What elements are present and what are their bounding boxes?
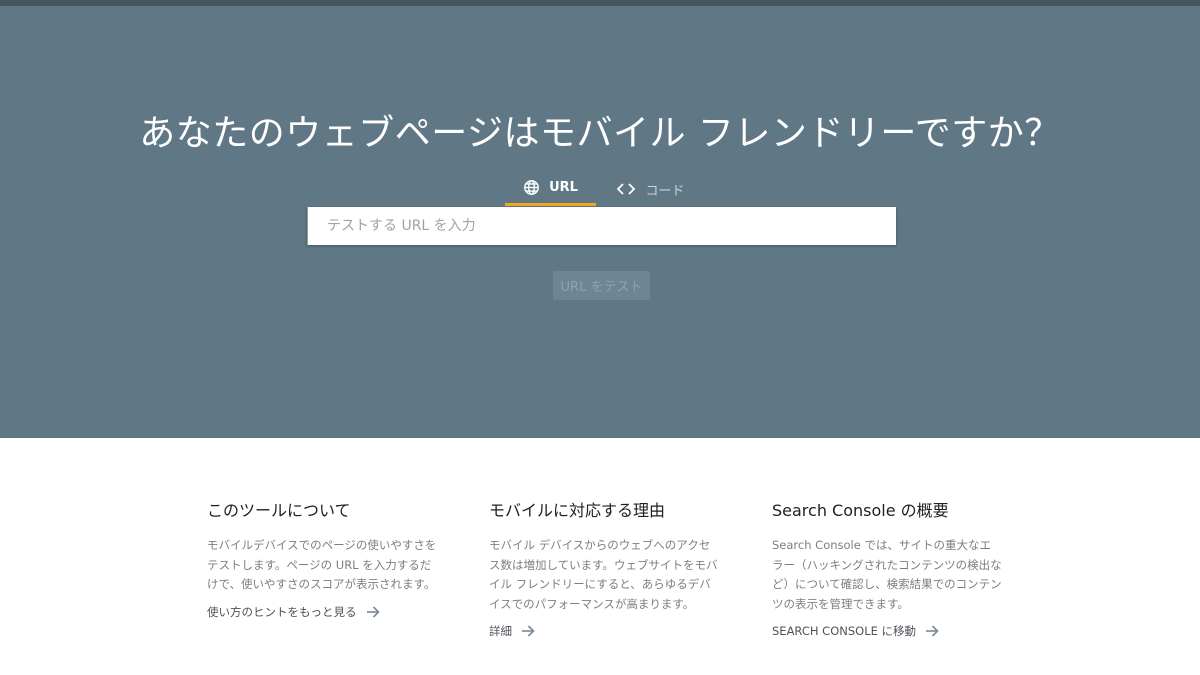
link-label: 使い方のヒントをもっと見る [207,604,357,619]
arrow-right-icon [925,625,939,637]
info-section-search-console: Search Console の概要 Search Console では、サイト… [772,497,1002,639]
section-title: Search Console の概要 [772,501,949,520]
input-mode-tabs: URL コード [505,172,706,206]
link-label: SEARCH CONSOLE に移動 [772,624,917,638]
url-input[interactable] [307,207,896,245]
section-body: モバイル デバイスからのウェブへのアクセス数は増加しています。ウェブサイトをモバ… [489,538,718,611]
test-url-button[interactable]: URL をテスト [553,271,650,300]
section-body: モバイルデバイスでのページの使いやすさをテストします。ページの URL を入力す… [207,538,437,591]
section-title: モバイルに対応する理由 [489,501,666,520]
code-icon [617,183,636,195]
tab-code[interactable]: コード [596,172,706,206]
arrow-right-icon [521,625,535,637]
section-body: Search Console では、サイトの重大なエラー（ハッキングされたコンテ… [772,538,1002,611]
more-tips-link[interactable]: 使い方のヒントをもっと見る [207,604,437,620]
search-console-link[interactable]: SEARCH CONSOLE に移動 [772,623,1002,639]
tab-code-label: コード [645,183,685,199]
link-label: 詳細 [489,624,512,638]
url-input-container [307,207,896,245]
details-link[interactable]: 詳細 [489,623,719,639]
page-title: あなたのウェブページはモバイル フレンドリーですか？ [139,113,1061,154]
tab-url-label: URL [549,180,578,195]
arrow-right-icon [366,605,380,618]
section-title: このツールについて [207,501,351,520]
info-section-about: このツールについて モバイルデバイスでのページの使いやすさをテストします。ページ… [207,497,437,620]
tab-url[interactable]: URL [505,172,596,206]
info-section-why-mobile: モバイルに対応する理由 モバイル デバイスからのウェブへのアクセス数は増加してい… [489,497,719,639]
globe-icon [523,179,540,196]
